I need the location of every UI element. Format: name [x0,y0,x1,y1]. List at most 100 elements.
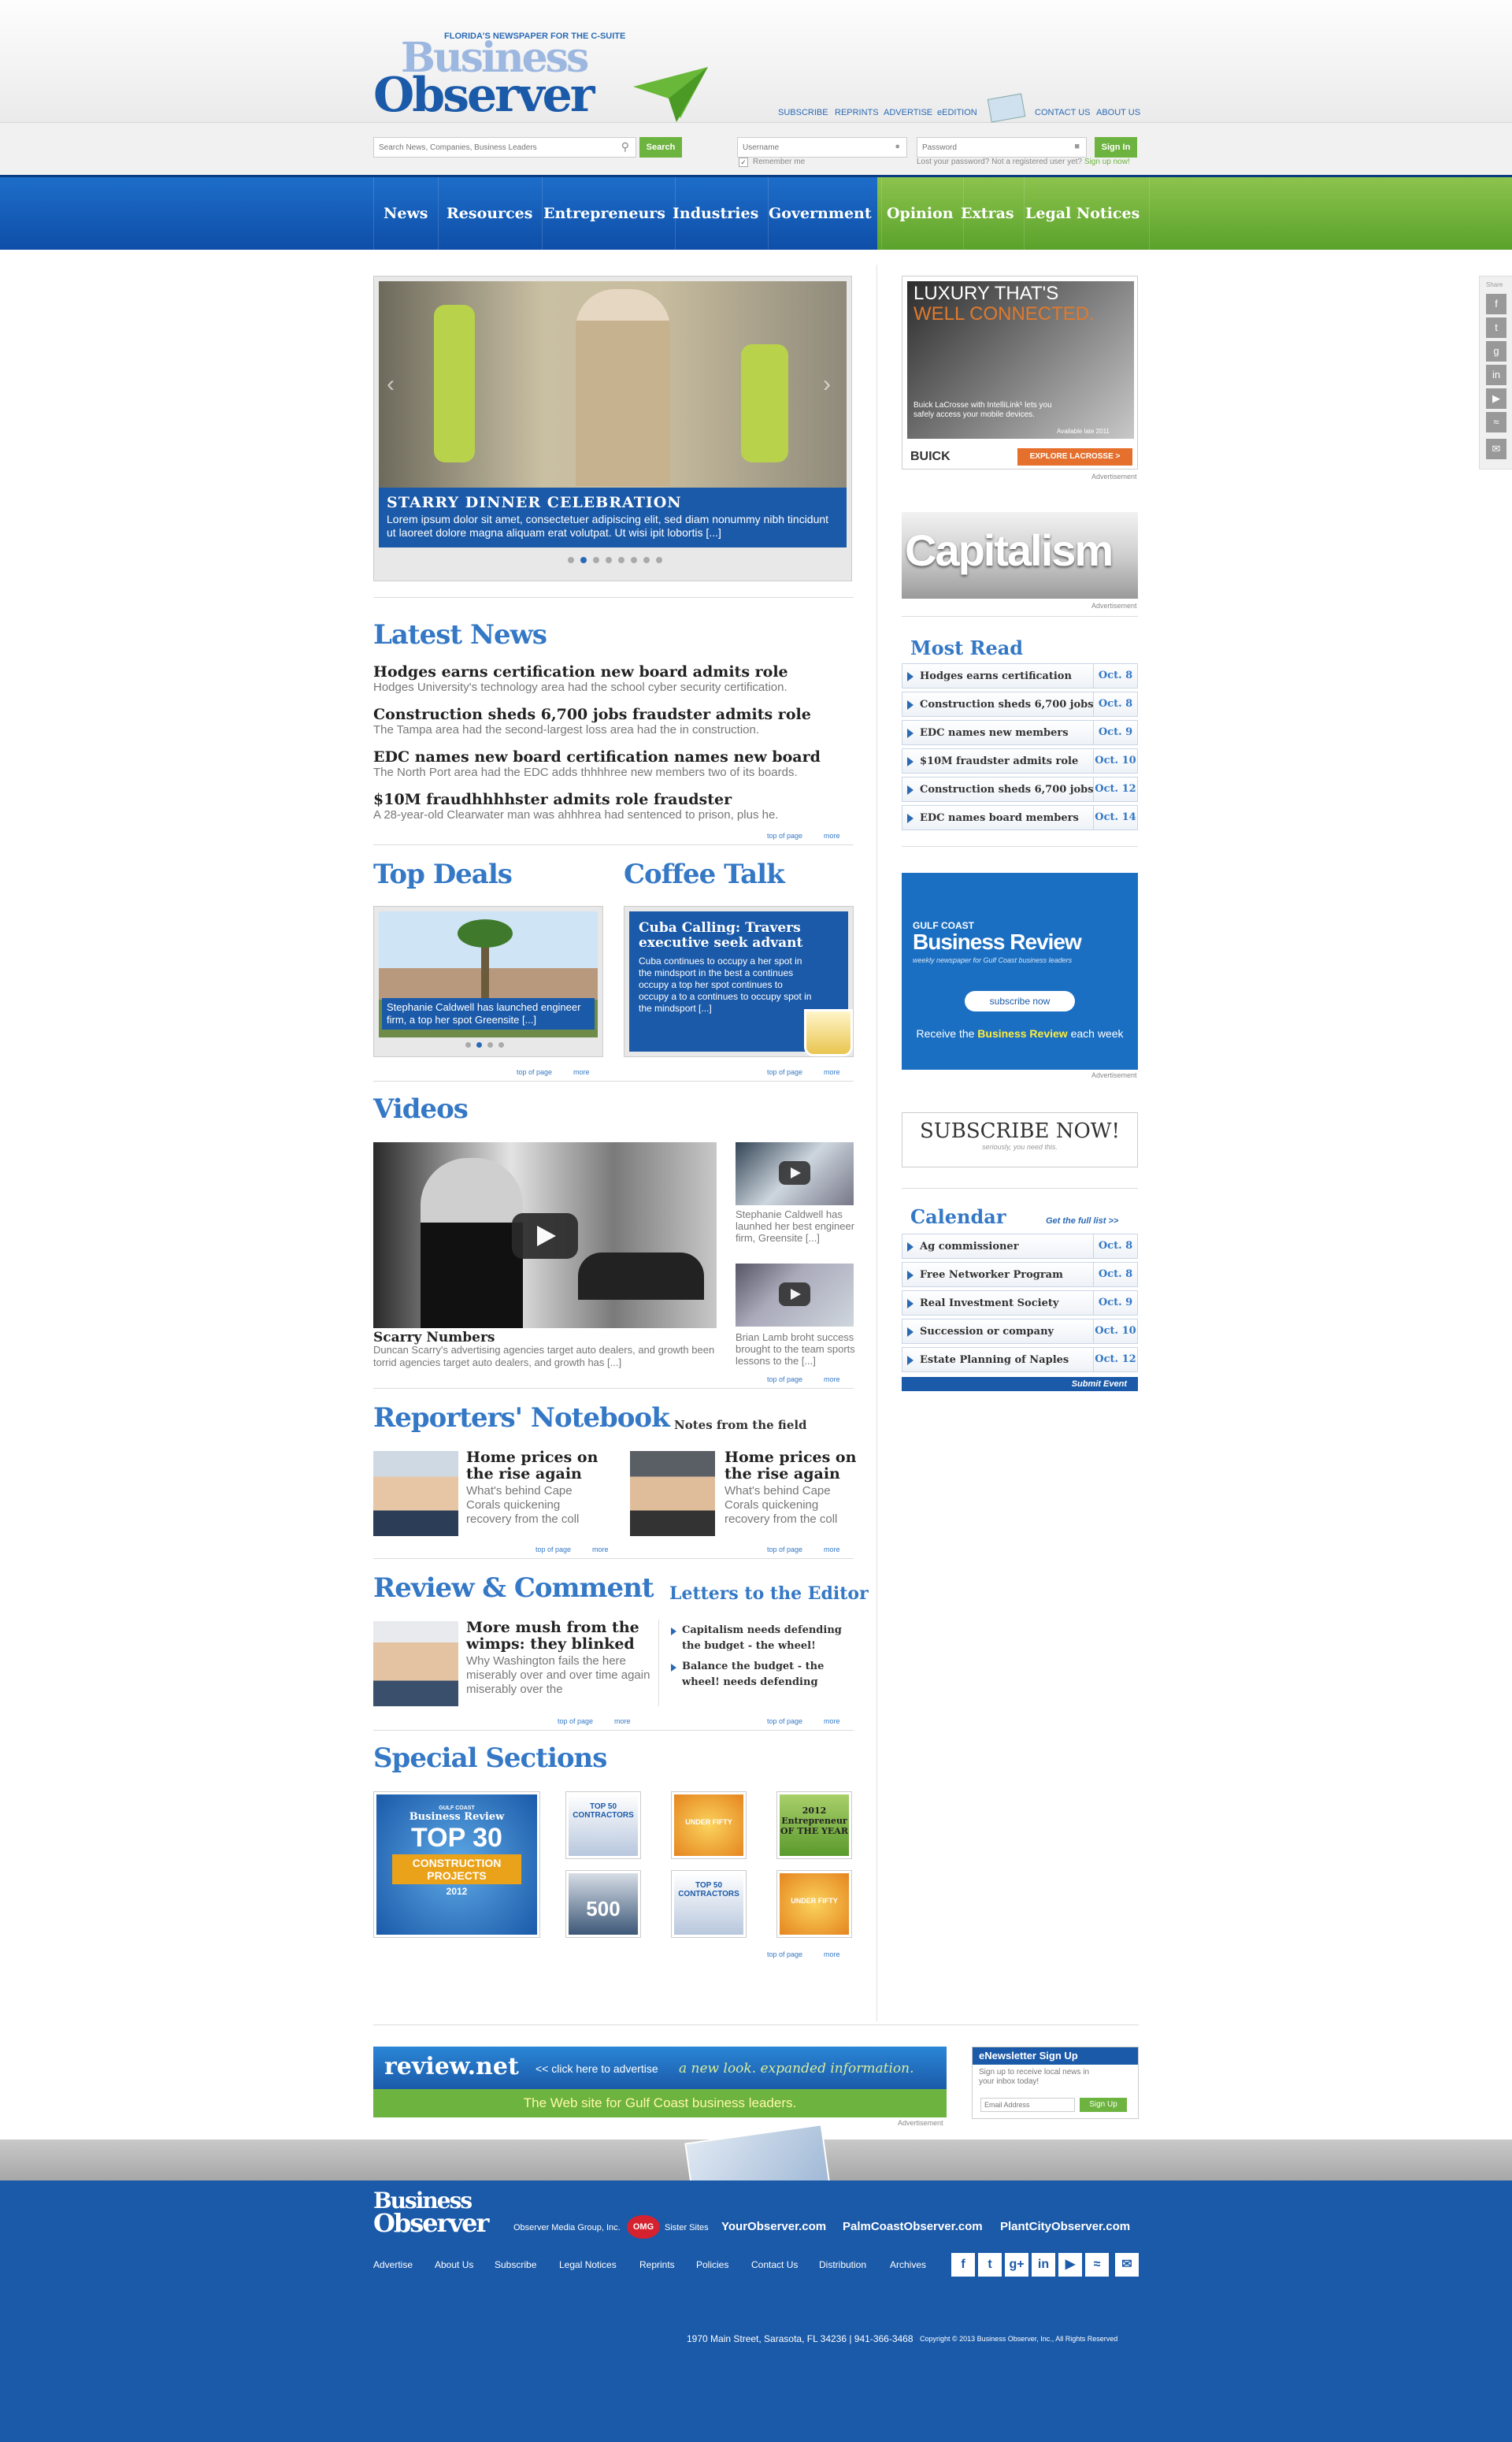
calendar-item[interactable]: Succession or company Oct. 10 [902,1319,1138,1344]
nav-legal-notices[interactable]: Legal Notices [1016,177,1151,250]
calendar-item[interactable]: Real Investment Society Oct. 9 [902,1290,1138,1316]
slider-dot[interactable] [487,1042,493,1048]
twitter-icon[interactable]: t [1486,317,1506,338]
special-feature-cover[interactable]: GULF COAST Business Review TOP 30 CONSTR… [373,1791,540,1938]
slider-dot[interactable] [606,557,612,563]
slider-dot[interactable] [476,1042,482,1048]
sister-site-link[interactable]: YourObserver.com [721,2220,826,2233]
slider-dot[interactable] [593,557,599,563]
footer-logo[interactable]: Business Observer [373,2190,515,2237]
nav-entrepreneurs[interactable]: Entrepreneurs [534,177,676,250]
email-icon[interactable]: ✉ [1486,439,1506,459]
footer-link-legal[interactable]: Legal Notices [559,2259,617,2270]
slider-title[interactable]: STARRY DINNER CELEBRATION [387,494,839,511]
main-video-title[interactable]: Scarry Numbers [373,1330,495,1345]
footer-link-archives[interactable]: Archives [890,2259,926,2270]
special-thumb[interactable]: 2012 Entrepreneur OF THE YEAR [776,1791,852,1859]
footer-link-distribution[interactable]: Distribution [819,2259,866,2270]
email-icon[interactable]: ✉ [1115,2253,1139,2277]
slider-dot[interactable] [568,557,574,563]
news-title[interactable]: EDC names new board certification names … [373,748,821,766]
reporter-photo[interactable] [630,1451,715,1536]
facebook-icon[interactable]: f [951,2253,975,2277]
calendar-full-list-link[interactable]: Get the full list >> [1046,1216,1118,1226]
nav-resources[interactable]: Resources [437,177,543,250]
password-input[interactable] [922,141,1064,154]
signup-link[interactable]: Sign up now! [1084,158,1130,166]
play-button-icon[interactable] [779,1282,810,1306]
letter-item[interactable]: Capitalism needs defending the budget - … [682,1623,855,1654]
more-link[interactable]: more [824,1546,840,1553]
rss-icon[interactable]: ≈ [1085,2253,1109,2277]
review-title[interactable]: More mush from the wimps: they blinked [466,1620,639,1653]
nav-government[interactable]: Government [759,177,882,250]
calendar-item[interactable]: Estate Planning of Naples Oct. 12 [902,1347,1138,1372]
slider-dot[interactable] [465,1042,471,1048]
nav-industries[interactable]: Industries [663,177,769,250]
nav-news[interactable]: News [373,177,439,250]
side-video-thumb[interactable] [736,1142,854,1205]
footer-link-subscribe[interactable]: Subscribe [495,2259,536,2270]
more-link[interactable]: more [573,1068,590,1076]
more-link[interactable]: more [824,832,840,840]
lost-password-link[interactable]: Lost your password? [917,158,989,166]
top-of-page-link[interactable]: top of page [536,1546,571,1553]
special-thumb[interactable]: UNDER FIFTY [671,1791,747,1859]
ad-cta-button[interactable]: EXPLORE LACROSSE > [1017,448,1132,466]
slider-dot[interactable] [643,557,650,563]
most-read-item[interactable]: Hodges earns certification Oct. 8 [902,663,1138,688]
slider-prev-arrow[interactable]: ‹ [387,371,395,398]
youtube-icon[interactable]: ▶ [1058,2253,1082,2277]
capitalism-ad[interactable]: Capitalism [902,512,1138,599]
footer-link-advertise[interactable]: Advertise [373,2259,413,2270]
subscribe-link[interactable]: SUBSCRIBE [778,108,828,117]
letter-item[interactable]: Balance the budget - the wheel! needs de… [682,1659,855,1690]
more-link[interactable]: more [824,1068,840,1076]
top-of-page-link[interactable]: top of page [767,1546,802,1553]
slider-dot[interactable] [580,557,587,563]
contact-us-link[interactable]: CONTACT US [1035,108,1091,117]
calendar-item[interactable]: Ag commissioner Oct. 8 [902,1234,1138,1259]
username-input[interactable] [743,141,884,154]
slider-dot[interactable] [618,557,624,563]
slider-dot[interactable] [498,1042,504,1048]
top-of-page-link[interactable]: top of page [767,1717,802,1725]
top-of-page-link[interactable]: top of page [767,1068,802,1076]
more-link[interactable]: more [824,1950,840,1958]
omg-logo[interactable]: OMG [627,2215,660,2239]
reporter-title[interactable]: Home prices on the rise again [724,1449,858,1483]
eedition-link[interactable]: eEDITION [937,108,977,117]
review-net-ad[interactable]: review.net << click here to advertise a … [373,2047,947,2117]
calendar-item[interactable]: Free Networker Program Oct. 8 [902,1262,1138,1287]
news-title[interactable]: Hodges earns certification new board adm… [373,663,788,681]
reporter-title[interactable]: Home prices on the rise again [466,1449,600,1483]
sister-site-link[interactable]: PlantCityObserver.com [1000,2220,1130,2233]
logo[interactable]: FLORIDA'S NEWSPAPER FOR THE C-SUITE Busi… [373,32,720,130]
top-of-page-link[interactable]: top of page [517,1068,552,1076]
about-us-link[interactable]: ABOUT US [1096,108,1140,117]
gcbr-ad[interactable]: GULF COAST Business Review weekly newspa… [902,873,1138,1070]
most-read-item[interactable]: $10M fraudster admits role Oct. 10 [902,748,1138,774]
slider-dot[interactable] [631,557,637,563]
sister-site-link[interactable]: PalmCoastObserver.com [843,2220,983,2233]
gcbr-subscribe-button[interactable]: subscribe now [965,991,1075,1011]
reprints-link[interactable]: REPRINTS [835,108,879,117]
submit-event-button[interactable]: Submit Event [902,1377,1138,1391]
twitter-icon[interactable]: t [978,2253,1002,2277]
footer-link-policies[interactable]: Policies [696,2259,728,2270]
play-button-icon[interactable] [779,1161,810,1185]
special-thumb[interactable]: TOP 50 CONTRACTORS [565,1791,641,1859]
linkedin-icon[interactable]: in [1032,2253,1055,2277]
nav-extras[interactable]: Extras [951,177,1025,250]
youtube-icon[interactable]: ▶ [1486,388,1506,409]
more-link[interactable]: more [592,1546,609,1553]
newsletter-signup-button[interactable]: Sign Up [1080,2098,1127,2112]
special-thumb[interactable]: UNDER FIFTY [776,1870,852,1938]
top-of-page-link[interactable]: top of page [558,1717,593,1725]
slider-dot[interactable] [656,557,662,563]
search-input[interactable] [379,141,607,154]
footer-link-about[interactable]: About Us [435,2259,473,2270]
review-net-cta[interactable]: << click here to advertise [536,2062,658,2075]
top-of-page-link[interactable]: top of page [767,832,802,840]
top-of-page-link[interactable]: top of page [767,1950,802,1958]
